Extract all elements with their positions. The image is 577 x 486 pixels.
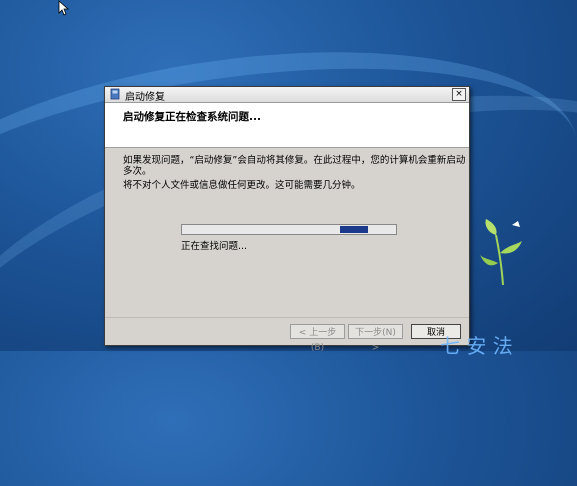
plant-icon — [480, 219, 522, 285]
body-text-line: 多次。 — [123, 166, 152, 177]
startup-repair-dialog: 启动修复 × 启动修复正在检查系统问题... 如果发现问题，“启动修复”会自动将… — [104, 86, 470, 353]
cursor-icon — [58, 0, 70, 16]
body-text-line: 如果发现问题，“启动修复”会自动将其修复。在此过程中，您的计算机会重新启动 — [123, 155, 466, 166]
window-title: 启动修复 — [125, 92, 165, 103]
back-button[interactable]: < 上一步(B) — [290, 324, 345, 353]
status-text: 正在查找问题... — [181, 241, 248, 252]
progress-bar — [181, 224, 397, 235]
body-text-line: 将不对个人文件或信息做任何更改。这可能需要几分钟。 — [123, 180, 361, 191]
button-divider — [105, 317, 469, 318]
progress-fill — [340, 226, 368, 233]
header-title: 启动修复正在检查系统问题... — [123, 111, 261, 123]
header-panel: 启动修复正在检查系统问题... — [105, 103, 469, 148]
window-icon — [110, 88, 120, 100]
next-button[interactable]: 下一步(N) > — [348, 324, 403, 353]
watermark: 七 安 法 — [440, 334, 513, 358]
title-bar[interactable]: 启动修复 × — [105, 87, 469, 103]
close-icon[interactable]: × — [452, 88, 466, 101]
